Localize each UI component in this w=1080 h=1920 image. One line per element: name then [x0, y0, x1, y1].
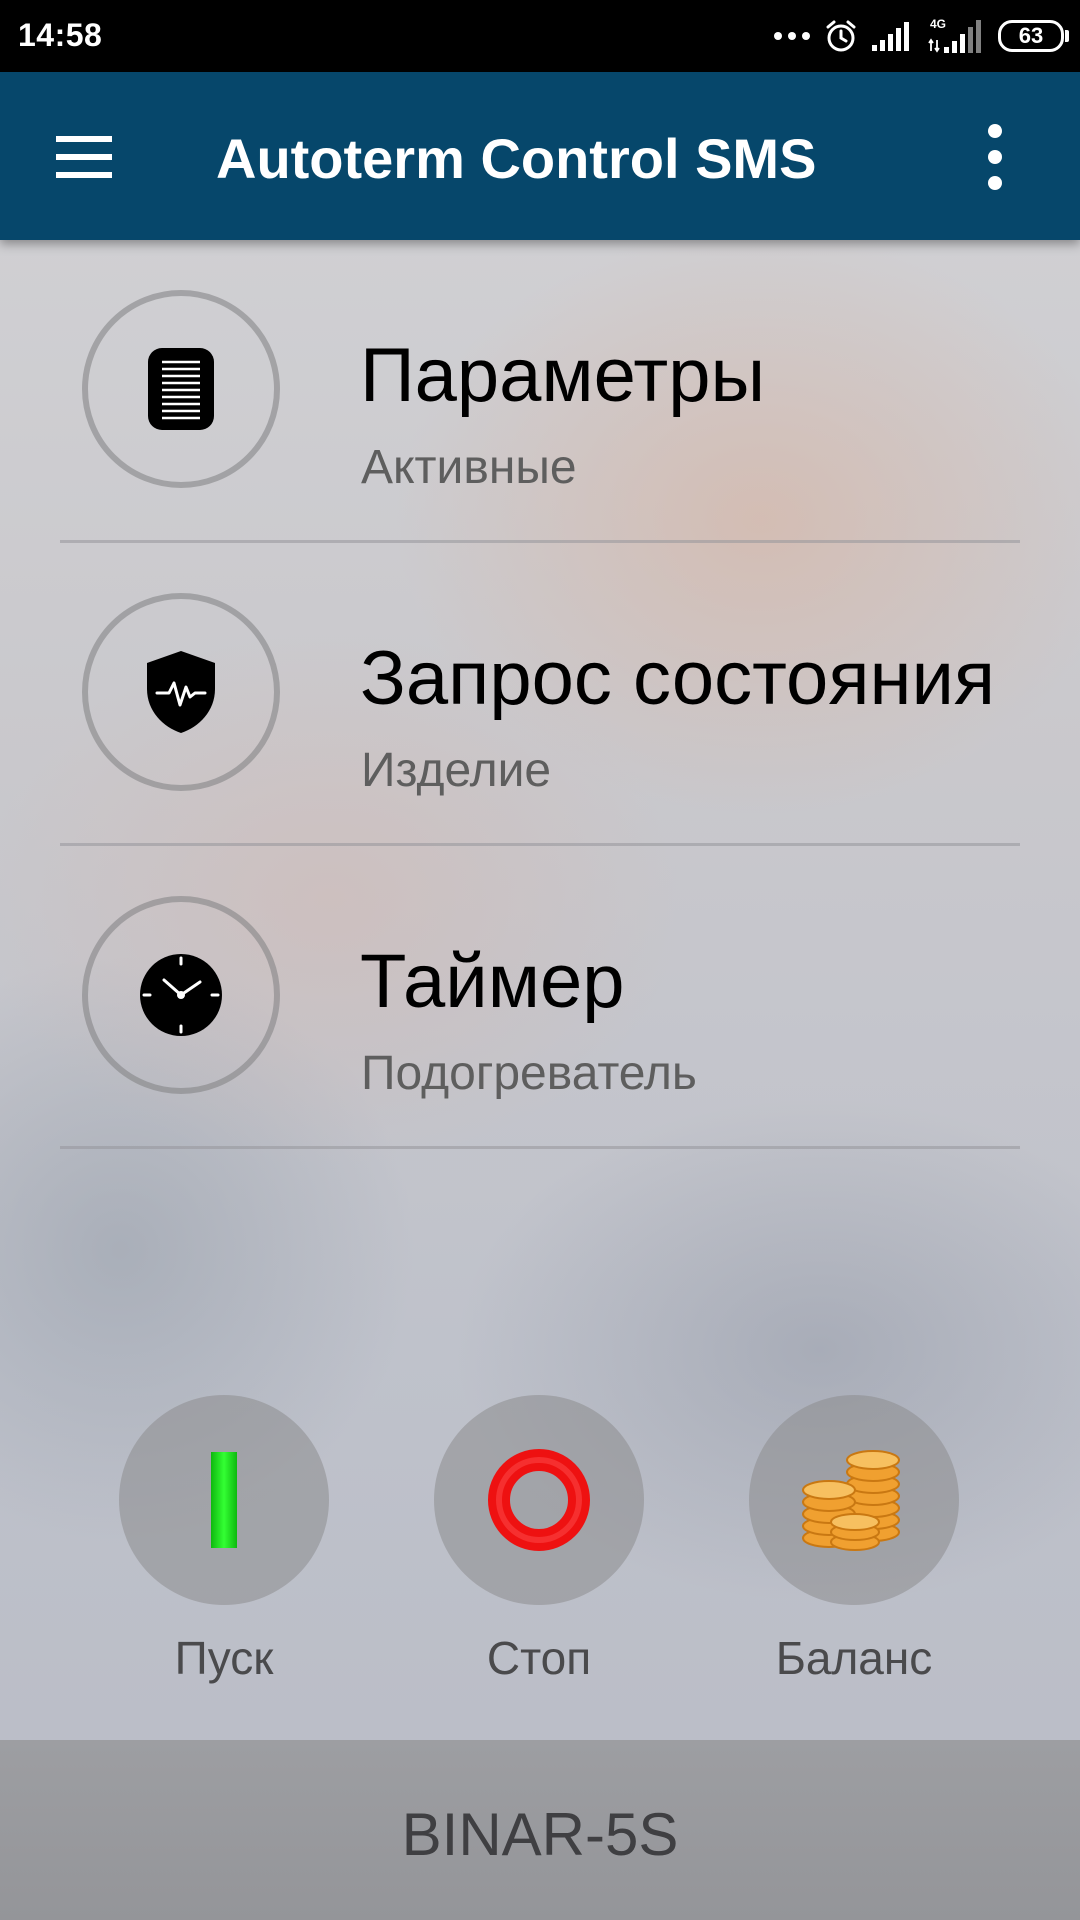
coins-icon: [802, 1450, 900, 1551]
divider: [60, 1146, 1020, 1149]
device-name: BINAR-5S: [401, 1801, 679, 1868]
start-button-circle[interactable]: [119, 1395, 329, 1605]
stop-button-circle[interactable]: [434, 1395, 644, 1605]
menu-item-title: Запрос состояния: [360, 636, 996, 721]
battery-icon: 63: [998, 20, 1069, 52]
power-on-icon: [211, 1452, 237, 1548]
app-bar: Autoterm Control SMS: [0, 72, 1080, 240]
hamburger-menu-icon[interactable]: [56, 136, 112, 178]
menu-item-subtitle: Активные: [361, 441, 577, 494]
stop-label: Стоп: [486, 1632, 592, 1684]
shield-pulse-icon: [82, 593, 280, 791]
device-footer[interactable]: BINAR-5S: [0, 1740, 1080, 1920]
more-notifications-icon: [774, 32, 810, 40]
menu-item-parameters[interactable]: Параметры Активные: [60, 240, 1020, 543]
network-type-label: 4G: [930, 17, 946, 31]
balance-button-circle[interactable]: [749, 1395, 959, 1605]
menu-item-status-request[interactable]: Запрос состояния Изделие: [60, 543, 1020, 846]
more-options-icon[interactable]: [980, 124, 1010, 190]
start-button[interactable]: Пуск: [119, 1395, 329, 1695]
balance-label: Баланс: [775, 1632, 933, 1684]
status-icons: 4G 63: [774, 14, 1069, 58]
signal-4g-icon: 4G: [928, 17, 981, 53]
menu-item-timer[interactable]: Таймер Подогреватель: [60, 846, 1020, 1149]
power-off-icon: [488, 1449, 590, 1551]
app-title: Autoterm Control SMS: [216, 127, 817, 190]
menu-item-subtitle: Изделие: [361, 744, 552, 797]
alarm-icon: [826, 20, 856, 52]
status-bar: 14:58 4G 63: [0, 0, 1080, 72]
start-label: Пуск: [174, 1632, 274, 1684]
signal-icon: [872, 22, 909, 51]
stop-button[interactable]: Стоп: [434, 1395, 644, 1695]
balance-button[interactable]: Баланс: [749, 1395, 959, 1695]
menu-item-subtitle: Подогреватель: [361, 1047, 697, 1100]
document-icon: [82, 290, 280, 488]
menu-item-title: Параметры: [360, 333, 766, 418]
menu-item-title: Таймер: [360, 939, 625, 1024]
clock-icon: [82, 896, 280, 1094]
status-time: 14:58: [18, 17, 103, 53]
